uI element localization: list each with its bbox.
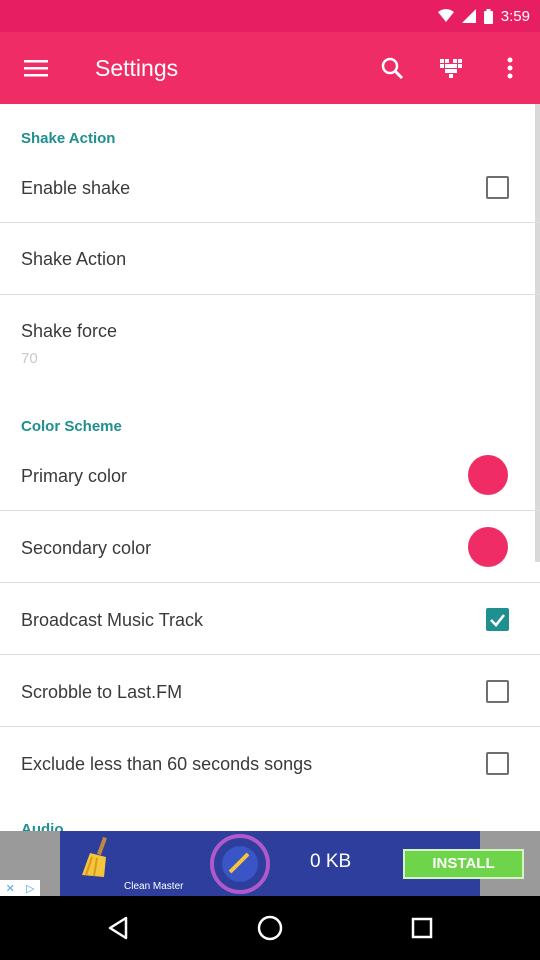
close-icon[interactable]: ✕ — [6, 882, 15, 895]
scrobble-checkbox[interactable] — [486, 680, 509, 703]
status-icons: 3:59 — [437, 0, 530, 32]
setting-label: Broadcast Music Track — [21, 610, 204, 630]
setting-label: Enable shake — [21, 178, 131, 198]
exclude-short-checkbox[interactable] — [486, 752, 509, 775]
check-icon — [490, 614, 506, 627]
navigation-bar — [0, 896, 540, 960]
ad-content[interactable]: Clean Master 0 KB INSTALL — [60, 831, 524, 896]
enable-shake-checkbox[interactable] — [486, 176, 509, 199]
install-button[interactable]: INSTALL — [403, 849, 524, 879]
setting-label: Shake Action — [21, 249, 127, 269]
setting-label: Scrobble to Last.FM — [21, 682, 183, 702]
home-icon[interactable] — [250, 908, 290, 948]
back-icon[interactable] — [98, 908, 138, 948]
setting-label: Primary color — [21, 466, 128, 486]
ad-banner[interactable]: Clean Master 0 KB INSTALL ✕ ▷ — [0, 831, 540, 896]
setting-shake-action[interactable]: Shake Action — [0, 223, 540, 294]
secondary-color-swatch[interactable] — [468, 527, 508, 567]
settings-list[interactable]: Shake Action Enable shake Shake Action S… — [0, 104, 540, 831]
search-icon[interactable] — [370, 46, 414, 90]
wifi-icon — [437, 9, 454, 23]
section-header-shake: Shake Action — [21, 130, 116, 147]
setting-label: Secondary color — [21, 538, 152, 558]
primary-color-swatch[interactable] — [468, 455, 508, 495]
setting-broadcast[interactable]: Broadcast Music Track — [0, 583, 540, 654]
shake-force-value: 70 — [21, 350, 38, 367]
page-title: Settings — [95, 55, 179, 81]
section-header-color: Color Scheme — [21, 418, 122, 435]
app-bar: Settings — [0, 32, 540, 104]
setting-shake-force[interactable]: Shake force 70 — [0, 295, 540, 385]
ad-choices-icon[interactable]: ✕ ▷ — [0, 880, 40, 896]
signal-icon — [461, 9, 476, 23]
hamburger-menu-icon[interactable] — [14, 46, 58, 90]
setting-exclude-short[interactable]: Exclude less than 60 seconds songs — [0, 727, 540, 798]
ad-size-text: 0 KB — [310, 851, 352, 872]
section-header-audio: Audio — [21, 821, 64, 831]
ad-app-name: Clean Master — [124, 881, 184, 892]
pixel-heart-icon[interactable] — [429, 46, 473, 90]
setting-scrobble[interactable]: Scrobble to Last.FM — [0, 655, 540, 726]
status-time: 3:59 — [500, 7, 530, 25]
setting-label: Exclude less than 60 seconds songs — [21, 754, 313, 774]
status-bar: 3:59 — [0, 0, 540, 32]
recents-icon[interactable] — [402, 908, 442, 948]
more-vert-icon[interactable] — [488, 46, 532, 90]
setting-label: Shake force — [21, 321, 118, 341]
broadcast-checkbox[interactable] — [486, 608, 509, 631]
setting-enable-shake[interactable]: Enable shake — [0, 152, 540, 222]
broom-icon — [74, 836, 118, 882]
play-icon: ▷ — [25, 882, 35, 895]
setting-secondary-color[interactable]: Secondary color — [0, 511, 540, 582]
setting-primary-color[interactable]: Primary color — [0, 440, 540, 510]
battery-icon — [483, 8, 493, 24]
ad-scan-circle — [210, 834, 270, 894]
